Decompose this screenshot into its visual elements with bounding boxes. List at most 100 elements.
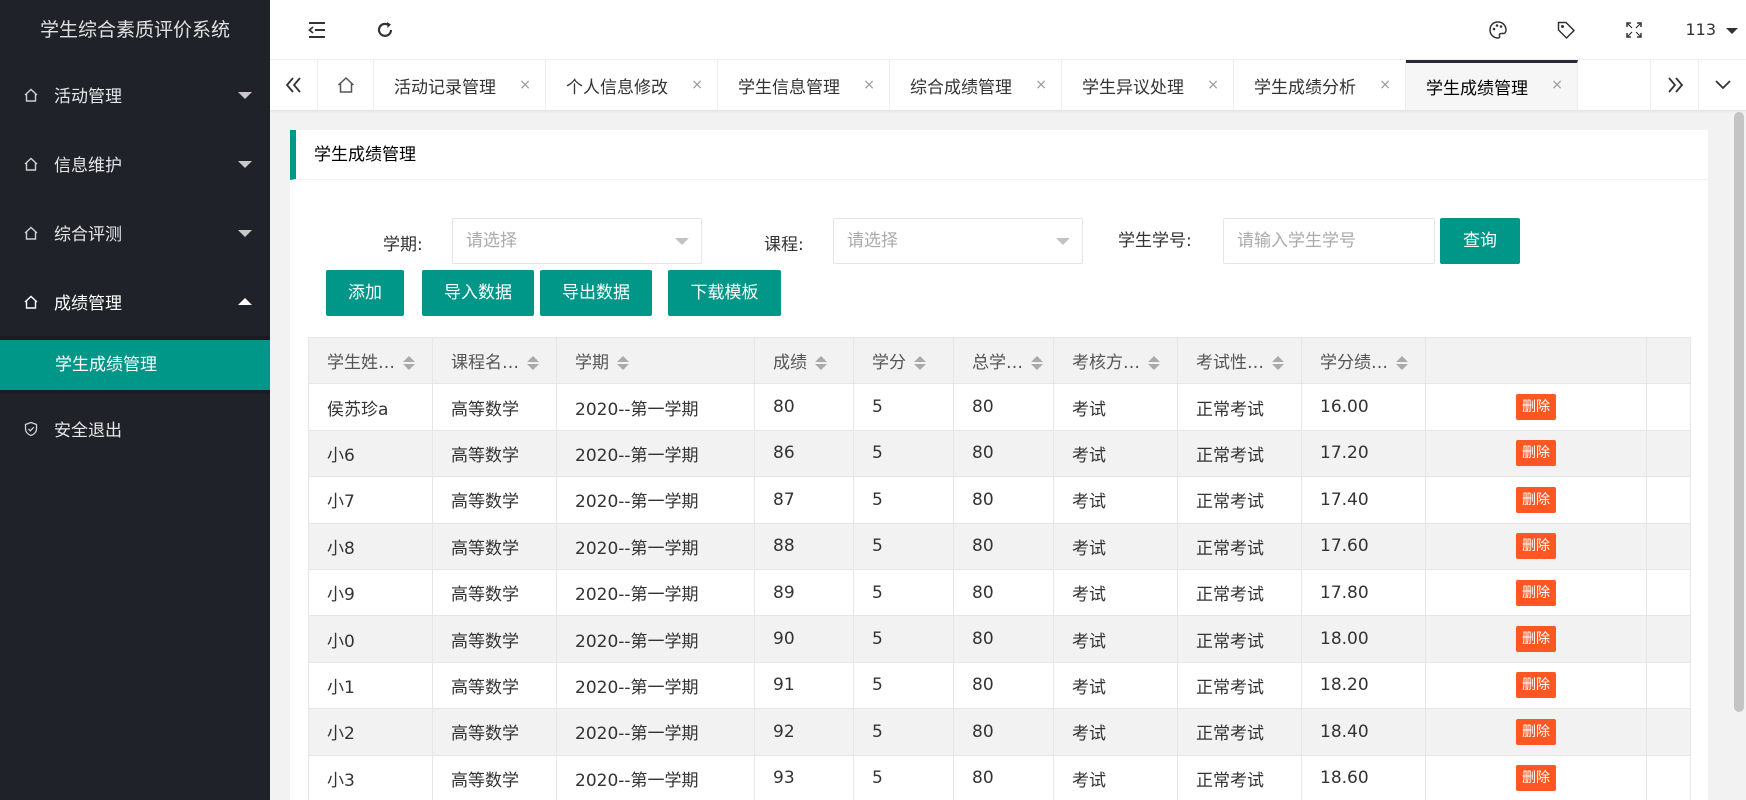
app: 学生综合素质评价系统 活动管理 信息维护 综合评测 成绩管理 学生成绩管理 安全… bbox=[0, 0, 1746, 800]
grades-submenu: 学生成绩管理 bbox=[0, 336, 270, 394]
column-header-assessment-method[interactable]: 考核方… bbox=[1053, 336, 1178, 385]
column-header-total-hours[interactable]: 总学… bbox=[953, 336, 1054, 385]
tab-profile-edit[interactable]: 个人信息修改 × bbox=[546, 60, 718, 110]
table-cell: 正常考试 bbox=[1177, 754, 1302, 800]
sidebar-item-evaluation[interactable]: 综合评测 bbox=[0, 198, 270, 267]
import-data-button[interactable]: 导入数据 bbox=[422, 270, 534, 316]
chevron-down-icon[interactable] bbox=[1726, 28, 1738, 34]
student-no-input[interactable] bbox=[1223, 218, 1435, 264]
sort-icon[interactable] bbox=[1031, 356, 1043, 371]
delete-button[interactable]: 删除 bbox=[1516, 394, 1556, 421]
sidebar-item-label: 安全退出 bbox=[54, 421, 122, 441]
tab-composite-grades[interactable]: 综合成绩管理 × bbox=[890, 60, 1062, 110]
close-icon[interactable]: × bbox=[1207, 77, 1219, 93]
sort-icon[interactable] bbox=[1148, 356, 1160, 371]
export-data-button[interactable]: 导出数据 bbox=[540, 270, 652, 316]
tab-scroll-left-button[interactable] bbox=[270, 60, 318, 110]
table-cell-operations: 删除 bbox=[1425, 429, 1647, 478]
table-cell: 92 bbox=[754, 708, 854, 756]
tab-student-disputes[interactable]: 学生异议处理 × bbox=[1062, 60, 1234, 110]
close-icon[interactable]: × bbox=[1551, 77, 1563, 93]
search-button[interactable]: 查询 bbox=[1440, 218, 1520, 264]
table-cell-spacer bbox=[1646, 661, 1691, 710]
sidebar-item-logout[interactable]: 安全退出 bbox=[0, 394, 270, 463]
tab-activity-records[interactable]: 活动记录管理 × bbox=[374, 60, 546, 110]
menu-fold-icon[interactable] bbox=[303, 16, 331, 44]
delete-button[interactable]: 删除 bbox=[1516, 626, 1556, 653]
sort-icon[interactable] bbox=[617, 356, 629, 371]
close-icon[interactable]: × bbox=[519, 77, 531, 93]
tab-grade-analysis[interactable]: 学生成绩分析 × bbox=[1234, 60, 1406, 110]
column-header-exam-type[interactable]: 考试性… bbox=[1177, 336, 1302, 385]
table-cell: 80 bbox=[953, 429, 1054, 478]
table-row: 小7 高等数学 2020--第一学期 87 5 80 考试 正常考试 17.40 删除 bbox=[308, 476, 1691, 524]
close-icon[interactable]: × bbox=[1035, 77, 1047, 93]
table-cell: 18.60 bbox=[1301, 754, 1426, 800]
table-cell: 2020--第一学期 bbox=[556, 754, 755, 800]
tab-bar: 活动记录管理 × 个人信息修改 × 学生信息管理 × 综合成绩管理 × 学生异议… bbox=[270, 60, 1746, 111]
delete-button[interactable]: 删除 bbox=[1516, 533, 1556, 560]
close-icon[interactable]: × bbox=[691, 77, 703, 93]
table-cell: 5 bbox=[853, 429, 954, 478]
table-cell: 小7 bbox=[308, 476, 433, 524]
table-cell: 高等数学 bbox=[432, 522, 557, 570]
sidebar-item-activity[interactable]: 活动管理 bbox=[0, 60, 270, 129]
palette-icon[interactable] bbox=[1484, 16, 1512, 44]
sort-icon[interactable] bbox=[527, 356, 539, 371]
tab-label: 综合成绩管理 bbox=[910, 77, 1012, 98]
sort-icon[interactable] bbox=[815, 356, 827, 371]
tab-scroll-right-button[interactable] bbox=[1650, 60, 1698, 110]
tab-options-button[interactable] bbox=[1698, 60, 1746, 110]
tab-student-grades[interactable]: 学生成绩管理 × bbox=[1406, 60, 1578, 110]
main-card: 学生成绩管理 学期: 请选择 课程: 请选择 学生学号: 查询 添加 导入数据 … bbox=[290, 130, 1708, 800]
sidebar: 学生综合素质评价系统 活动管理 信息维护 综合评测 成绩管理 学生成绩管理 安全… bbox=[0, 0, 270, 800]
sidebar-item-grades[interactable]: 成绩管理 bbox=[0, 267, 270, 336]
add-button[interactable]: 添加 bbox=[326, 270, 404, 316]
tag-icon[interactable] bbox=[1552, 16, 1580, 44]
close-icon[interactable]: × bbox=[863, 77, 875, 93]
delete-button[interactable]: 删除 bbox=[1516, 718, 1556, 745]
scrollbar-thumb[interactable] bbox=[1734, 112, 1744, 712]
table-cell: 5 bbox=[853, 522, 954, 570]
table-cell-operations: 删除 bbox=[1425, 661, 1647, 710]
course-select[interactable]: 请选择 bbox=[833, 218, 1083, 264]
delete-button[interactable]: 删除 bbox=[1516, 672, 1556, 699]
tab-student-info[interactable]: 学生信息管理 × bbox=[718, 60, 890, 110]
table-row: 小8 高等数学 2020--第一学期 88 5 80 考试 正常考试 17.60 删除 bbox=[308, 522, 1691, 570]
sort-icon[interactable] bbox=[914, 356, 926, 371]
sidebar-item-info[interactable]: 信息维护 bbox=[0, 129, 270, 198]
table-cell-spacer bbox=[1646, 429, 1691, 478]
table-cell: 考试 bbox=[1053, 568, 1178, 617]
delete-button[interactable]: 删除 bbox=[1516, 486, 1556, 513]
delete-button[interactable]: 删除 bbox=[1516, 440, 1556, 467]
table-cell: 80 bbox=[953, 383, 1054, 431]
sort-icon[interactable] bbox=[1272, 356, 1284, 371]
column-header-grade-points[interactable]: 学分绩… bbox=[1301, 336, 1426, 385]
tab-home[interactable] bbox=[318, 60, 374, 110]
sort-icon[interactable] bbox=[1396, 356, 1408, 371]
user-menu[interactable]: 113 bbox=[1685, 20, 1716, 39]
column-header-course-name[interactable]: 课程名… bbox=[432, 336, 557, 385]
column-header-student-name[interactable]: 学生姓… bbox=[308, 336, 433, 385]
table-cell: 高等数学 bbox=[432, 568, 557, 617]
table-cell: 正常考试 bbox=[1177, 476, 1302, 524]
sidebar-subitem-student-grades[interactable]: 学生成绩管理 bbox=[0, 340, 270, 390]
column-header-score[interactable]: 成绩 bbox=[754, 336, 854, 385]
sort-icon[interactable] bbox=[403, 356, 415, 371]
table-cell: 高等数学 bbox=[432, 708, 557, 756]
download-template-button[interactable]: 下载模板 bbox=[668, 270, 781, 316]
fullscreen-icon[interactable] bbox=[1620, 16, 1648, 44]
refresh-icon[interactable] bbox=[371, 16, 399, 44]
close-icon[interactable]: × bbox=[1379, 77, 1391, 93]
delete-button[interactable]: 删除 bbox=[1516, 765, 1556, 792]
home-icon bbox=[22, 86, 40, 104]
delete-button[interactable]: 删除 bbox=[1516, 579, 1556, 606]
table-cell: 正常考试 bbox=[1177, 708, 1302, 756]
home-icon bbox=[22, 224, 40, 242]
table-cell: 5 bbox=[853, 754, 954, 800]
table-cell: 正常考试 bbox=[1177, 429, 1302, 478]
page-scrollbar[interactable] bbox=[1734, 112, 1744, 800]
column-header-semester[interactable]: 学期 bbox=[556, 336, 755, 385]
semester-select[interactable]: 请选择 bbox=[452, 218, 702, 264]
column-header-credit[interactable]: 学分 bbox=[853, 336, 954, 385]
